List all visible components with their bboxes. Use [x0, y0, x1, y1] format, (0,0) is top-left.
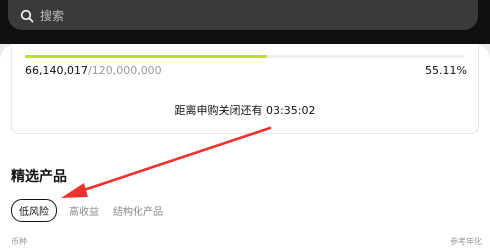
search-bar[interactable]: 搜索 [8, 0, 478, 30]
tab-high-yield[interactable]: 高收益 [69, 203, 99, 218]
top-bar: 搜索 [0, 0, 490, 44]
subscription-amounts: 66,140,017/120,000,000 [25, 64, 162, 77]
tab-low-risk[interactable]: 低风险 [11, 199, 57, 222]
raised-amount: 66,140,017 [25, 64, 88, 77]
subscription-card[interactable]: 66,140,017/120,000,000 55.11% 距离申购关闭还有 0… [11, 46, 479, 134]
product-filter-tabs: 低风险 高收益 结构化产品 [11, 199, 177, 222]
subscription-progress-fill [25, 55, 268, 58]
tab-structured-products[interactable]: 结构化产品 [113, 203, 163, 218]
featured-products-title: 精选产品 [11, 169, 67, 185]
search-icon [20, 8, 34, 23]
subscription-percent: 55.11% [425, 64, 467, 77]
column-header-currency: 币种 [11, 237, 27, 246]
column-header-reference-apr: 参考年化 [450, 237, 482, 246]
subscription-countdown: 距离申购关闭还有 03:35:02 [174, 104, 316, 117]
search-placeholder: 搜索 [40, 8, 65, 23]
goal-amount: 120,000,000 [91, 64, 162, 77]
subscription-amount-row: 66,140,017/120,000,000 55.11% [25, 64, 467, 77]
subscription-progress-bar [25, 55, 465, 58]
